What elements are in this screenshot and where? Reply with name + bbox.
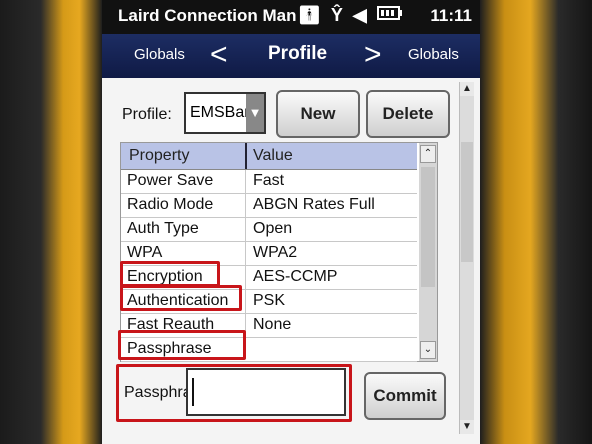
table-row[interactable]: Radio Mode ABGN Rates Full bbox=[121, 194, 417, 218]
cell-property: Power Save bbox=[127, 172, 214, 189]
property-table: Property Value Power Save Fast Radio Mode… bbox=[120, 142, 438, 362]
page-title: Profile bbox=[268, 43, 328, 64]
profile-panel: ▲ ▼ Profile: EMSBar ▼ New Delete Propert… bbox=[102, 78, 480, 444]
highlight-passphrase-row bbox=[118, 330, 246, 360]
nav-prev-label[interactable]: Globals bbox=[134, 46, 185, 63]
cell-property: Auth Type bbox=[127, 220, 199, 237]
nav-bar: Globals < Profile > Globals bbox=[102, 34, 480, 78]
table-scrollbar[interactable]: ⌃ ⌄ bbox=[419, 143, 437, 361]
table-row[interactable]: Auth Type Open bbox=[121, 218, 417, 242]
scroll-thumb[interactable] bbox=[461, 142, 473, 262]
nav-next-label[interactable]: Globals bbox=[408, 46, 459, 63]
cell-value: None bbox=[253, 316, 292, 333]
edit-field-label: Passphrase bbox=[124, 384, 186, 401]
chevron-up-icon[interactable]: ⌃ bbox=[420, 145, 436, 163]
speaker-icon[interactable]: ◀ bbox=[353, 4, 367, 26]
profile-label: Profile: bbox=[122, 106, 172, 123]
chevron-right-icon[interactable]: > bbox=[364, 38, 382, 72]
status-icons: 🚹︎ Ŷ ◀ bbox=[298, 4, 403, 26]
table-scroll-thumb[interactable] bbox=[421, 167, 435, 287]
device-bezel-right bbox=[480, 0, 592, 444]
status-bar: Laird Connection Man 🚹︎ Ŷ ◀ 11:11 bbox=[102, 0, 480, 34]
battery-icon[interactable] bbox=[376, 4, 403, 26]
cell-value: AES-CCMP bbox=[253, 268, 338, 285]
table-row[interactable]: Power Save Fast bbox=[121, 170, 417, 194]
clock[interactable]: 11:11 bbox=[430, 6, 472, 26]
table-header: Property Value bbox=[121, 143, 417, 170]
profile-dropdown[interactable]: EMSBar ▼ bbox=[184, 92, 266, 134]
text-caret bbox=[192, 378, 194, 406]
antenna-off-icon[interactable]: Ŷ bbox=[331, 4, 343, 26]
device-bezel-left bbox=[0, 0, 102, 444]
app-title: Laird Connection Man bbox=[118, 6, 297, 25]
new-profile-button[interactable]: New bbox=[276, 90, 360, 138]
highlight-authentication bbox=[120, 285, 242, 311]
cell-value: Open bbox=[253, 220, 293, 237]
highlight-encryption bbox=[120, 261, 220, 287]
column-divider[interactable] bbox=[245, 143, 247, 169]
scroll-down-icon[interactable]: ▼ bbox=[460, 420, 474, 434]
device-screen: Laird Connection Man 🚹︎ Ŷ ◀ 11:11 Global… bbox=[102, 0, 480, 444]
column-header-property[interactable]: Property bbox=[129, 147, 189, 165]
cell-value: ABGN Rates Full bbox=[253, 196, 375, 213]
person-icon: 🚹︎ bbox=[298, 5, 321, 25]
cell-value: PSK bbox=[253, 292, 286, 309]
cell-value: WPA2 bbox=[253, 244, 298, 261]
profile-selected-value: EMSBar bbox=[190, 104, 250, 121]
page-scrollbar[interactable]: ▲ ▼ bbox=[459, 82, 474, 434]
chevron-left-icon[interactable]: < bbox=[210, 38, 228, 72]
cell-property: WPA bbox=[127, 244, 163, 261]
delete-profile-button[interactable]: Delete bbox=[366, 90, 450, 138]
passphrase-input[interactable] bbox=[186, 368, 346, 416]
commit-button[interactable]: Commit bbox=[364, 372, 446, 420]
column-header-value[interactable]: Value bbox=[253, 147, 293, 165]
chevron-down-icon[interactable]: ⌄ bbox=[420, 341, 436, 359]
cell-value: Fast bbox=[253, 172, 285, 189]
cell-property: Radio Mode bbox=[127, 196, 214, 213]
dropdown-arrow-icon[interactable]: ▼ bbox=[246, 94, 264, 132]
scroll-up-icon[interactable]: ▲ bbox=[460, 82, 474, 96]
